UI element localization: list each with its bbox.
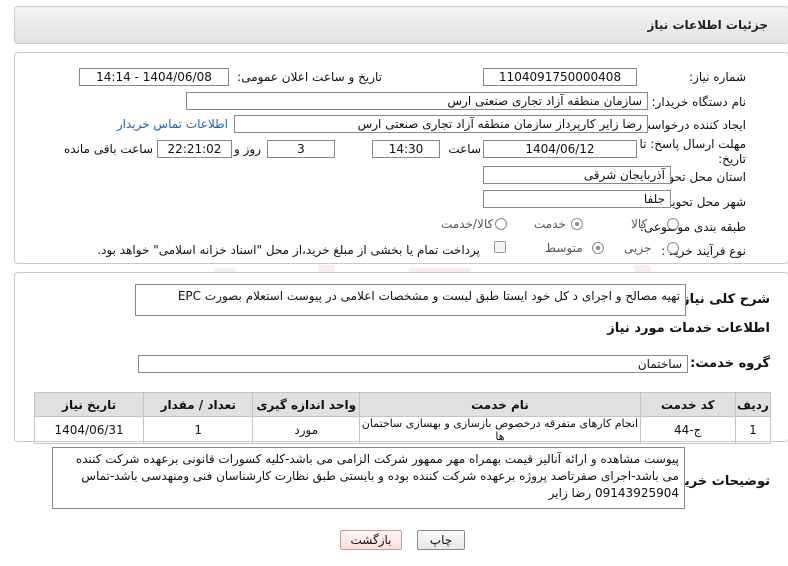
cell-name: انجام کارهای متفرقه درخصوص بازسازی و بهس… bbox=[359, 416, 641, 444]
cell-unit: مورد bbox=[252, 416, 361, 444]
province-field[interactable]: آذربایجان شرقی bbox=[483, 166, 671, 184]
category-label: طبقه بندی موضوعی: bbox=[639, 220, 746, 234]
category-radio-goods-service[interactable] bbox=[495, 218, 507, 230]
buyer-org-field[interactable]: سازمان منطقه آزاد تجاری صنعتی ارس bbox=[186, 92, 648, 110]
announce-date-field[interactable]: 1404/06/08 - 14:14 bbox=[79, 68, 229, 86]
column-header-qty: تعداد / مقدار bbox=[143, 392, 254, 417]
cell-date: 1404/06/31 bbox=[33, 416, 145, 444]
process-radio-minor[interactable] bbox=[667, 242, 679, 254]
city-field[interactable]: جلفا bbox=[483, 190, 671, 208]
treasury-payment-checkbox[interactable] bbox=[494, 241, 506, 253]
buyer-notes-textarea[interactable]: پیوست مشاهده و ارائه آنالیز قیمت بهمراه … bbox=[52, 447, 685, 509]
category-radio-goods[interactable] bbox=[667, 218, 679, 230]
services-table-header: ردیف کد خدمت نام خدمت واحد اندازه گیری ت… bbox=[33, 392, 772, 417]
requester-field[interactable]: رضا زایر کارپرداز سازمان منطقه آزاد تجار… bbox=[234, 115, 648, 133]
category-option-goods: کالا bbox=[631, 217, 648, 231]
city-label: شهر محل تحویل: bbox=[659, 195, 746, 209]
services-title: اطلاعات خدمات مورد نیاز bbox=[607, 321, 770, 336]
process-option-minor: جزیی bbox=[624, 241, 652, 255]
column-header-date: تاریخ نیاز bbox=[33, 392, 145, 417]
deadline-time-field[interactable]: 14:30 bbox=[372, 140, 440, 158]
process-radio-medium[interactable] bbox=[592, 242, 604, 254]
category-radio-service[interactable] bbox=[571, 218, 583, 230]
remaining-time-field[interactable]: 22:21:02 bbox=[157, 140, 232, 158]
service-group-label: گروه خدمت: bbox=[690, 356, 770, 371]
announce-date-label: تاریخ و ساعت اعلان عمومی: bbox=[237, 70, 382, 84]
column-header-row: ردیف bbox=[734, 392, 772, 417]
service-group-field[interactable]: ساختمان bbox=[138, 355, 688, 373]
process-option-medium: متوسط bbox=[545, 241, 583, 255]
need-number-label: شماره نیاز: bbox=[689, 70, 746, 84]
deadline-label-line1: مهلت ارسال پاسخ: تا bbox=[639, 137, 746, 151]
deadline-time-label: ساعت bbox=[448, 142, 481, 156]
requester-label: ایجاد کننده درخواست: bbox=[635, 118, 746, 132]
days-label: روز و bbox=[234, 142, 261, 156]
page-header: جزئیات اطلاعات نیاز bbox=[14, 6, 788, 44]
category-option-service: خدمت bbox=[534, 217, 566, 231]
column-header-unit: واحد اندازه گیری bbox=[252, 392, 361, 417]
page-title: جزئیات اطلاعات نیاز bbox=[647, 18, 768, 32]
column-header-name: نام خدمت bbox=[359, 392, 641, 417]
cell-qty: 1 bbox=[143, 416, 254, 444]
summary-label: شرح کلی نیاز: bbox=[676, 292, 770, 307]
services-table: ردیف کد خدمت نام خدمت واحد اندازه گیری ت… bbox=[33, 392, 772, 444]
summary-textarea[interactable]: تهیه مصالح و اجرای د کل خود ایستا طبق لی… bbox=[135, 284, 686, 316]
back-button[interactable]: بازگشت bbox=[340, 530, 402, 550]
remaining-label: ساعت باقی مانده bbox=[63, 142, 153, 156]
column-header-code: کد خدمت bbox=[639, 392, 736, 417]
treasury-payment-note: پرداخت تمام یا بخشی از مبلغ خرید،از محل … bbox=[97, 243, 480, 257]
cell-row: 1 bbox=[734, 416, 772, 444]
deadline-label-line2: تاریخ: bbox=[718, 152, 746, 166]
need-number-field[interactable]: 1104091750000408 bbox=[483, 68, 637, 86]
buyer-contact-link[interactable]: اطلاعات تماس خریدار bbox=[117, 117, 228, 131]
print-button[interactable]: چاپ bbox=[417, 530, 465, 550]
table-row[interactable]: 1 ج-44 انجام کارهای متفرقه درخصوص بازساز… bbox=[33, 416, 772, 444]
buyer-org-label: نام دستگاه خریدار: bbox=[651, 95, 747, 109]
deadline-date-field[interactable]: 1404/06/12 bbox=[483, 140, 637, 158]
cell-code: ج-44 bbox=[639, 416, 736, 444]
category-option-goods-service: کالا/خدمت bbox=[441, 217, 494, 231]
days-field[interactable]: 3 bbox=[267, 140, 335, 158]
